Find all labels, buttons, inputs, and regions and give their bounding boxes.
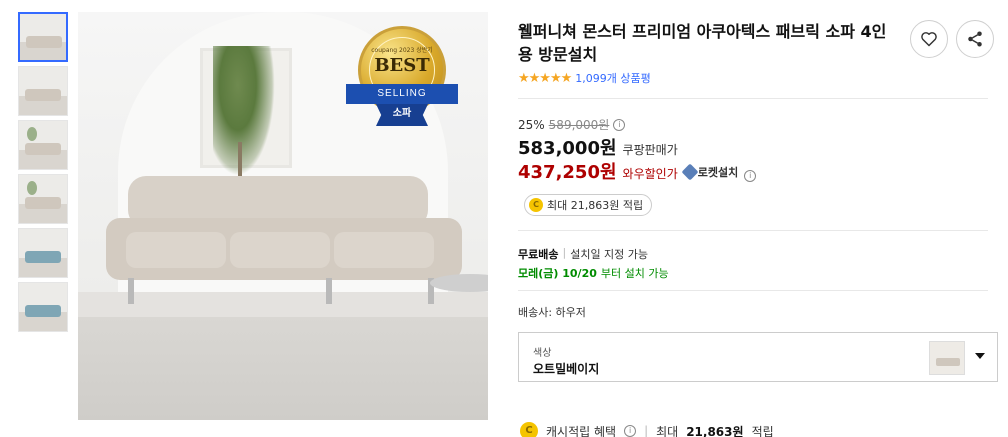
info-icon[interactable]: i bbox=[744, 170, 757, 182]
sofa-cushion bbox=[334, 232, 434, 268]
cashback-amount: 21,863원 bbox=[686, 424, 744, 437]
install-note: 설치일 지정 가능 bbox=[570, 248, 649, 261]
badge-ribbon: SELLING bbox=[346, 84, 458, 104]
arrival-suffix: 부터 설치 가능 bbox=[600, 267, 669, 280]
chevron-down-icon bbox=[975, 353, 985, 359]
badge-best-text: BEST bbox=[374, 55, 430, 76]
best-selling-badge: coupang 2023 상반기 BEST SELLING 소파 bbox=[346, 26, 458, 138]
wow-price: 437,250원 bbox=[518, 162, 617, 183]
badge-top-text: coupang 2023 상반기 bbox=[371, 47, 433, 54]
wow-price-row: 437,250원 와우할인가 로켓설치 i bbox=[518, 158, 757, 184]
cashback-max-label: 최대 bbox=[656, 424, 679, 437]
image-plant bbox=[213, 46, 275, 176]
free-shipping-label: 무료배송 bbox=[518, 248, 559, 261]
rocket-install-label: 로켓설치 bbox=[697, 166, 739, 179]
divider bbox=[518, 98, 988, 99]
thumbnail-6[interactable] bbox=[18, 282, 68, 332]
arrival-row: 모레(금) 10/20 부터 설치 가능 bbox=[518, 265, 669, 281]
rating-stars: ★★★★★ bbox=[518, 70, 572, 86]
color-option-select[interactable]: 색상 오트밀베이지 bbox=[518, 332, 998, 382]
cashback-label: 캐시적립 혜택 bbox=[546, 424, 617, 437]
product-info-panel: 웰퍼니쳐 몬스터 프리미엄 아쿠아텍스 패브릭 소파 4인용 방문설치 ★★★★… bbox=[518, 0, 1008, 437]
divider bbox=[518, 290, 988, 291]
rating-row: ★★★★★ 1,099개 상품평 bbox=[518, 70, 651, 86]
thumbnail-1[interactable] bbox=[18, 12, 68, 62]
option-value: 오트밀베이지 bbox=[533, 362, 600, 376]
cashback-suffix: 적립 bbox=[751, 424, 774, 437]
reward-pill[interactable]: C 최대 21,863원 적립 bbox=[524, 194, 653, 216]
share-icon bbox=[968, 31, 982, 47]
main-product-image[interactable]: coupang 2023 상반기 BEST SELLING 소파 bbox=[78, 12, 488, 420]
thumbnail-4[interactable] bbox=[18, 174, 68, 224]
delivery-company: 배송사: 하우저 bbox=[518, 306, 586, 319]
thumbnail-2[interactable] bbox=[18, 66, 68, 116]
shipping-row: 무료배송 | 설치일 지정 가능 bbox=[518, 246, 648, 262]
sofa-leg bbox=[128, 278, 134, 304]
cashback-row: C 캐시적립 혜택 i | 최대 21,863원 적립 bbox=[520, 422, 774, 437]
badge-category: 소파 bbox=[376, 104, 428, 126]
coin-icon: C bbox=[520, 422, 538, 437]
sofa-cushion bbox=[126, 232, 226, 268]
thumbnail-5[interactable] bbox=[18, 228, 68, 278]
wow-price-label: 와우할인가 bbox=[622, 167, 678, 181]
coupang-price-label: 쿠팡판매가 bbox=[622, 143, 678, 157]
coupang-price: 583,000원 bbox=[518, 138, 617, 159]
discount-row: 25% 589,000원 i bbox=[518, 116, 626, 133]
coupang-price-row: 583,000원 쿠팡판매가 bbox=[518, 134, 678, 160]
heart-icon bbox=[921, 32, 937, 47]
discount-rate: 25% bbox=[518, 117, 545, 132]
wishlist-button[interactable] bbox=[910, 20, 948, 58]
original-price: 589,000원 bbox=[548, 118, 610, 132]
arrival-date: 모레(금) 10/20 bbox=[518, 267, 597, 280]
shipping-separator: | bbox=[562, 246, 567, 259]
cashback-separator: | bbox=[644, 424, 649, 437]
rocket-install-badge: 로켓설치 bbox=[681, 163, 739, 181]
thumbnail-3[interactable] bbox=[18, 120, 68, 170]
sofa-leg bbox=[326, 278, 332, 304]
coin-icon: C bbox=[529, 198, 543, 212]
review-count-link[interactable]: 1,099개 상품평 bbox=[575, 70, 650, 86]
reward-text: 최대 21,863원 적립 bbox=[547, 199, 644, 212]
seller-row: 배송사: 하우저 bbox=[518, 304, 586, 320]
thumbnail-list bbox=[18, 12, 68, 336]
option-thumbnail bbox=[929, 341, 965, 375]
rocket-icon bbox=[681, 163, 699, 181]
sofa-cushion bbox=[230, 232, 330, 268]
info-icon[interactable]: i bbox=[624, 425, 637, 437]
product-title: 웰퍼니쳐 몬스터 프리미엄 아쿠아텍스 패브릭 소파 4인용 방문설치 bbox=[518, 22, 887, 64]
share-button[interactable] bbox=[956, 20, 994, 58]
info-icon[interactable]: i bbox=[613, 118, 626, 131]
option-label: 색상 bbox=[533, 348, 552, 359]
image-rug bbox=[78, 317, 488, 420]
divider bbox=[518, 230, 988, 231]
